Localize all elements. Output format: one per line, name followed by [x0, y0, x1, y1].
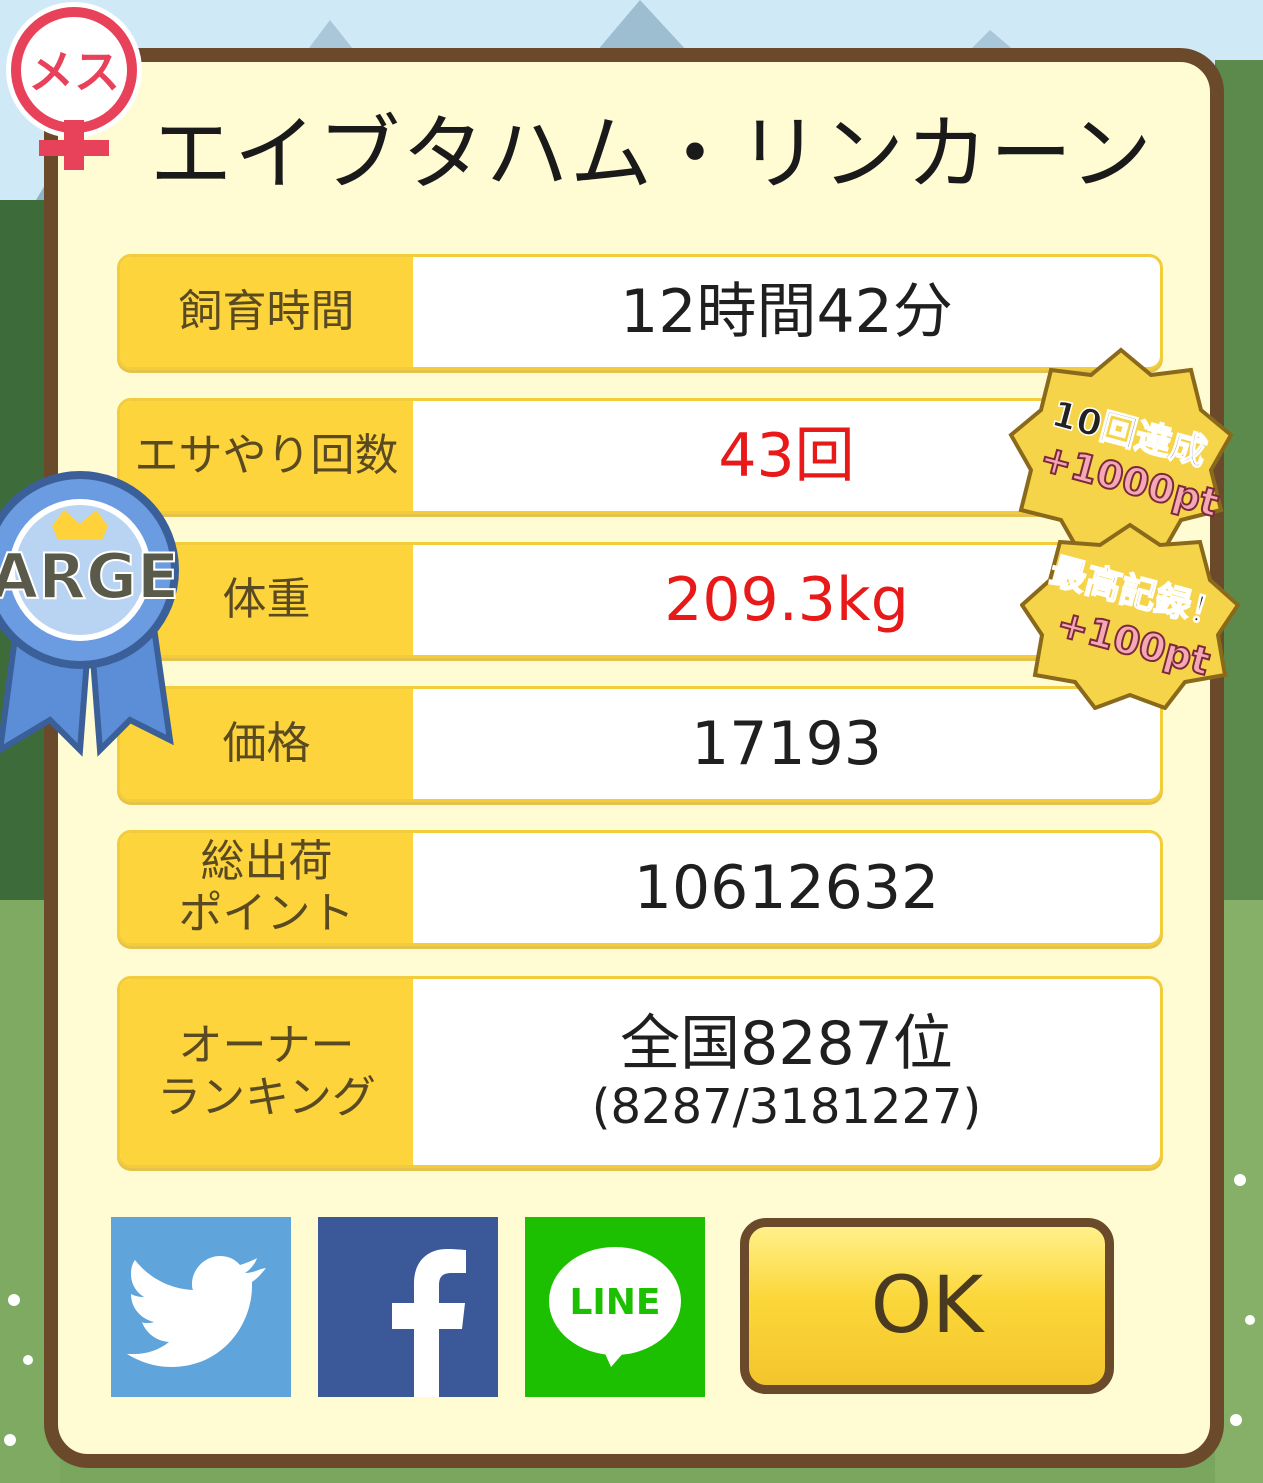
stat-value: 全国8287位 (8287/3181227): [413, 979, 1160, 1165]
twitter-icon: [127, 1256, 266, 1367]
stat-row-price: 価格 17193: [117, 686, 1163, 802]
ranking-national: 全国8287位: [620, 1009, 953, 1079]
large-ribbon-icon: LARGE: [0, 471, 180, 757]
ok-button[interactable]: OK: [740, 1218, 1114, 1394]
stat-row-total-shipping-points: 総出荷 ポイント 10612632: [117, 830, 1163, 946]
facebook-icon: [392, 1249, 466, 1397]
stat-row-owner-ranking: オーナー ランキング 全国8287位 (8287/3181227): [117, 976, 1163, 1168]
stat-label: 飼育時間: [120, 257, 413, 367]
hamster-name: エイブタハム・リンカーン: [150, 107, 1154, 202]
line-share-button[interactable]: LINE: [525, 1217, 705, 1397]
facebook-share-button[interactable]: [318, 1217, 498, 1397]
line-icon: LINE: [549, 1247, 681, 1367]
female-gender-icon: メス: [6, 2, 142, 170]
stat-label: 総出荷 ポイント: [120, 833, 413, 943]
gender-text: メス: [28, 45, 120, 99]
achievement-medal-record: 最高記録！ +100pt: [1020, 522, 1240, 710]
stat-value: 10612632: [633, 853, 940, 923]
stat-label: オーナー ランキング: [120, 979, 413, 1165]
ranking-detail: (8287/3181227): [591, 1079, 982, 1135]
twitter-share-button[interactable]: [111, 1217, 291, 1397]
line-label: LINE: [569, 1282, 660, 1323]
ribbon-label: LARGE: [0, 540, 179, 613]
